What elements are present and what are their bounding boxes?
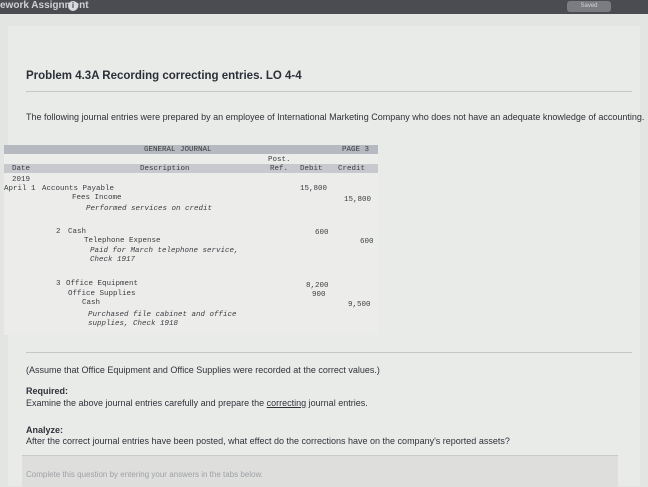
- required-label: Required:: [26, 386, 69, 396]
- entry-explanation: Paid for March telephone service,: [90, 247, 239, 255]
- tabs-instruction: Complete this question by entering your …: [26, 470, 264, 479]
- debit-amount: 8,200: [306, 282, 329, 290]
- entry-date: 2: [56, 228, 61, 236]
- entry-explanation: supplies, Check 1918: [88, 320, 179, 328]
- entry-line: Fees Income: [72, 194, 122, 202]
- debit-amount: 15,800: [300, 185, 328, 193]
- col-description: Description: [140, 165, 190, 173]
- col-date: Date: [12, 165, 31, 173]
- assignment-header-bar: ework Assignment i Saved: [0, 0, 648, 14]
- section-divider: [26, 352, 632, 353]
- required-text: Examine the above journal entries carefu…: [26, 398, 368, 408]
- entry-line: Cash: [82, 299, 101, 307]
- analyze-text: After the correct journal entries have b…: [26, 436, 510, 446]
- problem-intro: The following journal entries were prepa…: [26, 112, 645, 122]
- entry-line: Office Equipment: [66, 280, 139, 288]
- correcting-link[interactable]: correcting: [267, 398, 307, 408]
- entry-date: 3: [56, 280, 61, 288]
- credit-amount: 15,800: [344, 196, 372, 204]
- debit-amount: 900: [312, 291, 326, 299]
- assumption-note: (Assume that Office Equipment and Office…: [26, 365, 380, 375]
- problem-title: Problem 4.3A Recording correcting entrie…: [26, 70, 302, 82]
- col-debit: Debit: [300, 165, 323, 173]
- entry-date: April 1: [4, 185, 36, 193]
- required-text-start: Examine the above journal entries carefu…: [26, 398, 267, 408]
- entry-explanation: Check 1917: [90, 256, 136, 264]
- journal-heading: GENERAL JOURNAL: [144, 146, 212, 154]
- entry-explanation: Performed services on credit: [86, 205, 213, 213]
- general-journal-image: GENERAL JOURNAL PAGE 3 Post. Date Descri…: [4, 145, 378, 335]
- answer-tabs-area: Complete this question by entering your …: [22, 455, 618, 487]
- col-post-top: Post.: [268, 156, 291, 164]
- col-credit: Credit: [338, 165, 366, 173]
- debit-amount: 600: [315, 229, 329, 237]
- entry-line: Telephone Expense: [84, 237, 161, 245]
- entry-line: Office Supplies: [68, 290, 136, 298]
- credit-amount: 600: [360, 238, 374, 246]
- saved-status-button: Saved: [567, 1, 611, 12]
- col-post-ref: Ref.: [270, 165, 289, 173]
- journal-year: 2019: [12, 176, 31, 184]
- title-divider: [26, 91, 632, 92]
- credit-amount: 9,500: [348, 301, 371, 309]
- info-icon[interactable]: i: [68, 1, 78, 11]
- entry-line: Cash: [68, 228, 87, 236]
- entry-line: Accounts Payable: [42, 185, 115, 193]
- journal-page: PAGE 3: [342, 146, 370, 154]
- required-text-end: journal entries.: [306, 398, 368, 408]
- entry-explanation: Purchased file cabinet and office: [88, 311, 237, 319]
- analyze-label: Analyze:: [26, 425, 64, 435]
